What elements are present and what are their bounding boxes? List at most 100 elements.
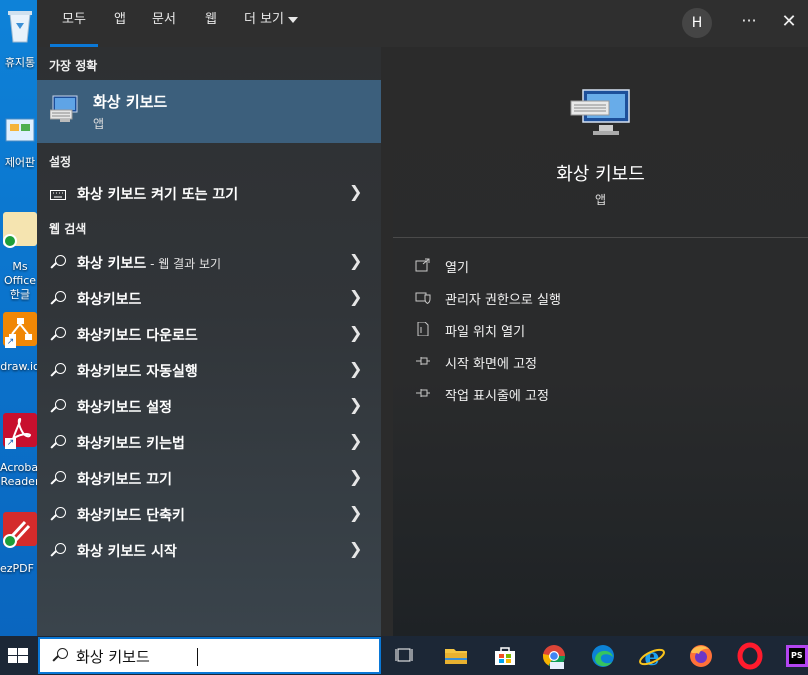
tab-documents[interactable]: 문서 (152, 0, 176, 47)
settings-item[interactable]: 화상 키보드 켜기 또는 끄기 ❯ (37, 175, 381, 211)
web-result-row[interactable]: 화상 키보드 - 웹 결과 보기 ❯ (37, 244, 381, 280)
desktop-icon-ezpdf[interactable]: ezPDF E (0, 512, 40, 576)
web-result-label: 화상키보드 다운로드 (77, 328, 198, 344)
shortcut-arrow-icon: ↗ (5, 438, 16, 449)
web-result-row[interactable]: 화상 키보드 시작 ❯ (37, 532, 381, 568)
search-icon (50, 255, 66, 271)
chevron-right-icon[interactable]: ❯ (349, 431, 362, 450)
search-icon (50, 543, 66, 559)
taskbar-opera[interactable] (734, 640, 766, 672)
close-icon[interactable]: ✕ (777, 8, 801, 38)
action-pin-to-taskbar[interactable]: 작업 표시줄에 고정 (415, 383, 795, 405)
web-result-row[interactable]: 화상키보드 설정 ❯ (37, 388, 381, 424)
web-result-row[interactable]: 화상키보드 ❯ (37, 280, 381, 316)
chevron-right-icon[interactable]: ❯ (349, 287, 362, 306)
chevron-right-icon[interactable]: ❯ (349, 395, 362, 414)
action-open-file-location-label: 파일 위치 열기 (445, 325, 526, 340)
detail-type: 앱 (594, 193, 607, 207)
chevron-right-icon[interactable]: ❯ (349, 323, 362, 342)
web-result-label: 화상키보드 (77, 292, 142, 308)
web-result-label: 화상키보드 끄기 (77, 472, 173, 488)
acrobat-icon: ↗ (3, 413, 37, 449)
open-icon (415, 258, 430, 272)
edge-icon (592, 645, 614, 667)
shortcut-arrow-icon: ↗ (5, 337, 16, 348)
detail-title: 화상 키보드 (556, 164, 645, 185)
action-pin-to-start[interactable]: 시작 화면에 고정 (415, 351, 795, 373)
on-screen-keyboard-icon (570, 89, 630, 135)
web-result-row[interactable]: 화상키보드 자동실행 ❯ (37, 352, 381, 388)
chevron-right-icon[interactable]: ❯ (349, 467, 362, 486)
web-result-label: 화상 키보드 시작 (77, 544, 177, 560)
chevron-right-icon[interactable]: ❯ (349, 251, 362, 270)
chevron-right-icon[interactable]: ❯ (349, 182, 362, 201)
action-open[interactable]: 열기 (415, 255, 795, 277)
tab-more[interactable]: 더 보기 (244, 0, 299, 47)
windows-logo-icon (8, 648, 28, 663)
chevron-down-icon (288, 16, 299, 23)
taskbar-edge[interactable] (587, 640, 619, 672)
search-icon (52, 648, 68, 664)
taskbar-search-box[interactable] (38, 637, 381, 674)
web-result-label: 화상키보드 키는법 (77, 436, 185, 452)
desktop-icon-drawio[interactable]: ↗ draw.io (0, 312, 40, 374)
chevron-right-icon[interactable]: ❯ (349, 503, 362, 522)
chevron-right-icon[interactable]: ❯ (349, 359, 362, 378)
desktop-icon-control-panel[interactable]: 제어판 (0, 116, 40, 170)
account-avatar[interactable]: H (682, 8, 712, 38)
action-run-as-admin[interactable]: 관리자 권한으로 실행 (415, 287, 795, 309)
web-result-label: 화상키보드 설정 (77, 400, 173, 416)
action-open-file-location[interactable]: 파일 위치 열기 (415, 319, 795, 341)
web-result-row[interactable]: 화상키보드 단축키 ❯ (37, 496, 381, 532)
detail-pane: 화상 키보드 앱 열기 관리자 권한으로 실행 파일 위치 열기 시작 화면에 … (393, 59, 808, 636)
tab-web[interactable]: 웹 (205, 0, 217, 47)
drawio-icon: ↗ (3, 312, 37, 348)
action-pin-to-taskbar-label: 작업 표시줄에 고정 (445, 389, 549, 404)
web-result-row[interactable]: 화상키보드 끄기 ❯ (37, 460, 381, 496)
web-result-label: 화상키보드 자동실행 (77, 364, 198, 380)
pin-icon (416, 357, 430, 365)
web-result-row[interactable]: 화상키보드 다운로드 ❯ (37, 316, 381, 352)
chevron-right-icon[interactable]: ❯ (349, 539, 362, 558)
taskbar-phpstorm[interactable]: PS (783, 640, 808, 672)
search-icon (50, 399, 66, 415)
start-button[interactable] (0, 636, 37, 675)
store-icon (495, 647, 515, 665)
desktop-icon-acrobat[interactable]: ↗ Acrobat Reader (0, 413, 40, 489)
search-icon (50, 435, 66, 451)
on-screen-keyboard-icon (50, 95, 78, 122)
opera-icon (737, 642, 763, 670)
taskbar-internet-explorer[interactable]: e (636, 640, 668, 672)
best-match-item[interactable]: 화상 키보드 앱 (37, 80, 381, 143)
svg-text:PS: PS (791, 651, 803, 660)
search-input[interactable] (76, 645, 366, 667)
phpstorm-icon: PS (786, 645, 808, 667)
tab-all[interactable]: 모두 (50, 0, 98, 47)
desktop-icon-recycle-bin[interactable]: 휴지통 (0, 6, 40, 70)
task-view-button[interactable] (389, 640, 421, 672)
taskbar-firefox[interactable] (685, 640, 717, 672)
chrome-icon (543, 645, 565, 669)
search-icon (50, 507, 66, 523)
more-options-icon[interactable]: ··· (737, 8, 761, 38)
tab-more-label: 더 보기 (244, 12, 285, 27)
taskbar: e PS (0, 636, 808, 675)
settings-item-label: 화상 키보드 켜기 또는 끄기 (77, 187, 239, 203)
taskbar-store[interactable] (489, 640, 521, 672)
desktop-icon-ms-office[interactable]: Ms Office 한글 (0, 212, 40, 302)
sync-check-icon (3, 234, 17, 248)
keyboard-icon (50, 190, 66, 200)
taskbar-chrome[interactable] (538, 640, 570, 672)
tab-apps[interactable]: 앱 (114, 0, 126, 47)
search-flyout: 모두 앱 문서 웹 더 보기 H ··· ✕ 가장 정확 화상 키보드 앱 설정 (37, 0, 808, 636)
task-view-icon (395, 648, 413, 662)
best-match-title: 화상 키보드 (93, 93, 168, 111)
firefox-icon (690, 645, 712, 667)
svg-text:e: e (644, 642, 659, 671)
taskbar-file-explorer[interactable] (440, 640, 472, 672)
web-result-row[interactable]: 화상키보드 키는법 ❯ (37, 424, 381, 460)
control-panel-icon (3, 116, 37, 150)
ezpdf-icon (3, 512, 37, 548)
sync-check-icon (3, 534, 17, 548)
action-run-as-admin-label: 관리자 권한으로 실행 (445, 293, 561, 308)
